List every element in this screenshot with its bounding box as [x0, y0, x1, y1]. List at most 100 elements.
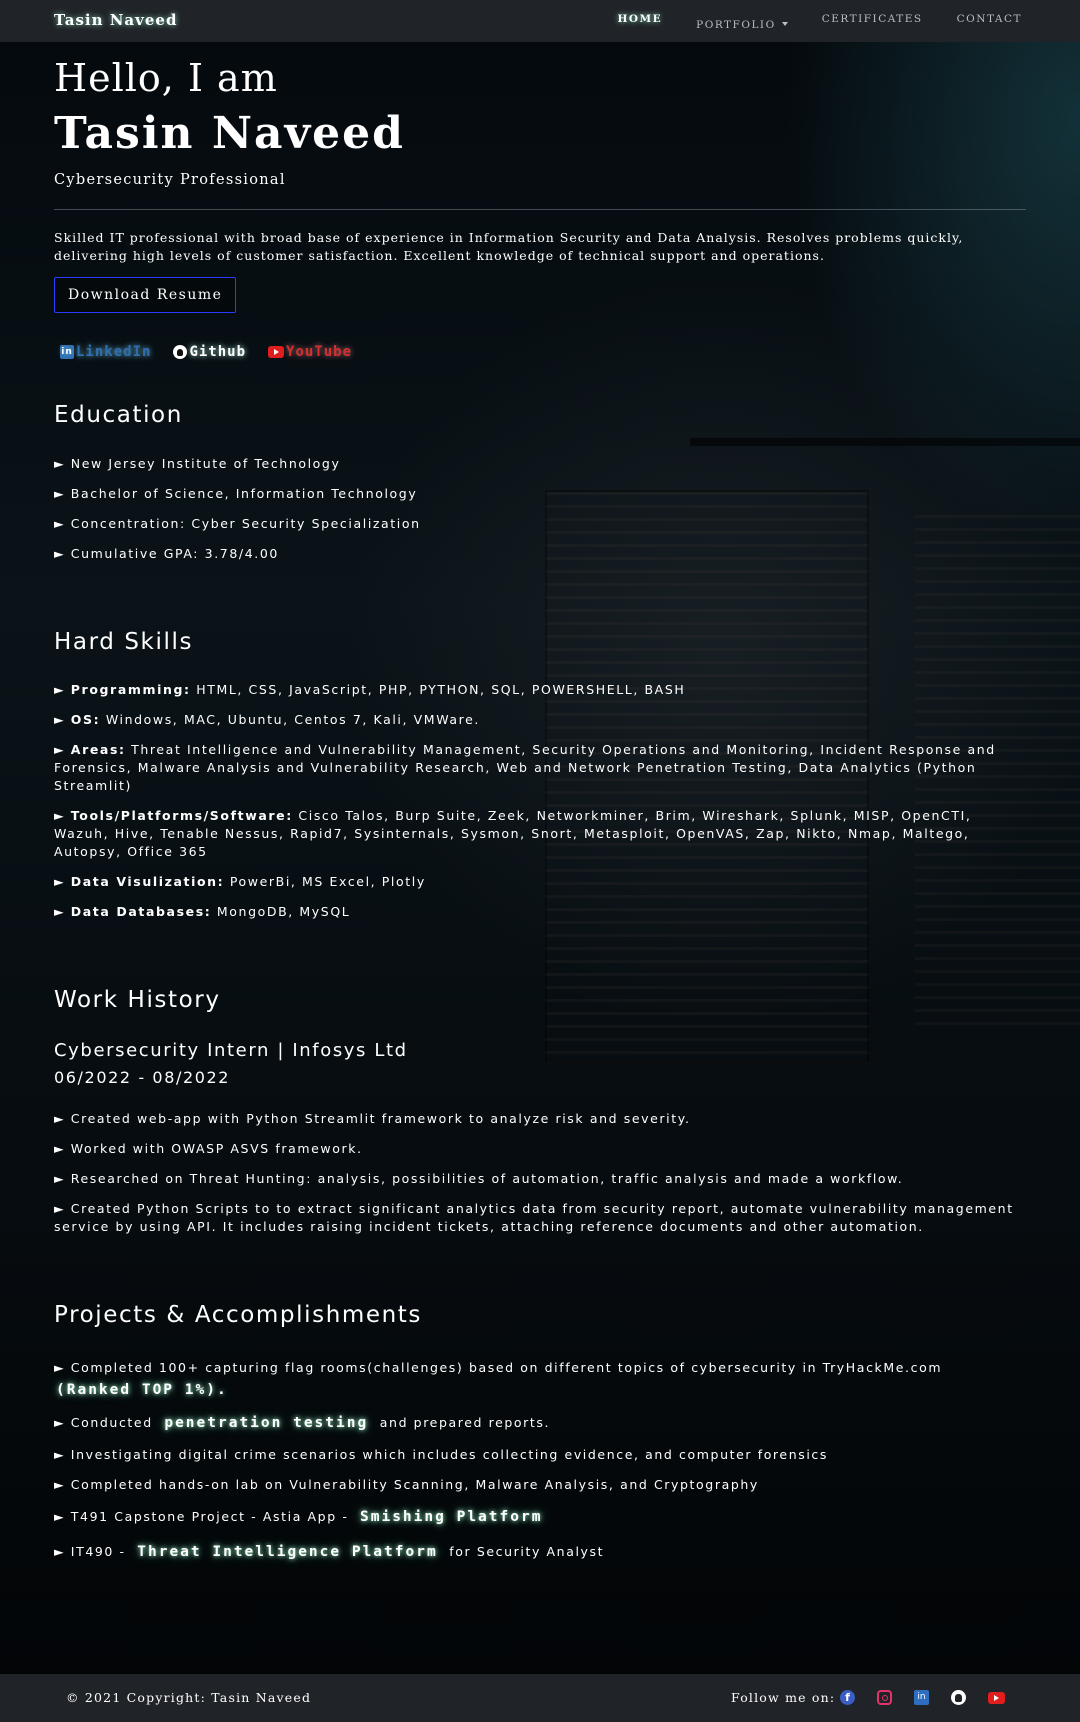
work-text: Worked with OWASP ASVS framework.	[70, 1141, 363, 1156]
linkedin-label: LinkedIn	[76, 344, 152, 360]
bullet-marker: ►	[54, 1360, 66, 1375]
project-text: T491 Capstone Project - Astia App -	[70, 1509, 349, 1524]
education-item: ► Bachelor of Science, Information Techn…	[54, 485, 1014, 503]
skill-item: ► Data Visulization: PowerBi, MS Excel, …	[54, 873, 1014, 891]
work-heading: Work History	[54, 987, 221, 1013]
project-item: ► Completed hands-on lab on Vulnerabilit…	[54, 1476, 1014, 1494]
brand-link[interactable]: Tasin Naveed	[54, 11, 177, 29]
education-text: Concentration: Cyber Security Specializa…	[70, 516, 421, 531]
job-dates: 06/2022 - 08/2022	[54, 1068, 231, 1087]
bullet-marker: ►	[54, 1544, 66, 1559]
education-item: ► Cumulative GPA: 3.78/4.00	[54, 545, 1014, 563]
project-text: Conducted	[70, 1415, 153, 1430]
download-resume-button[interactable]: Download Resume	[54, 277, 237, 313]
work-item: ► Created web-app with Python Streamlit …	[54, 1110, 1014, 1128]
skill-label: Areas:	[70, 742, 126, 757]
bullet-marker: ►	[54, 1509, 66, 1524]
bullet-marker: ►	[54, 486, 66, 501]
bullet-marker: ►	[54, 1171, 66, 1186]
facebook-icon[interactable]: f	[840, 1690, 855, 1705]
bullet-marker: ►	[54, 682, 66, 697]
curtain-rail	[690, 438, 1080, 446]
bullet-marker: ►	[54, 742, 66, 757]
youtube-icon	[268, 346, 285, 358]
skill-text: HTML, CSS, JavaScript, PHP, PYTHON, SQL,…	[196, 682, 686, 697]
project-item: ► Completed 100+ capturing flag rooms(ch…	[54, 1357, 1014, 1401]
nav-home[interactable]: HOME	[617, 13, 662, 32]
bullet-marker: ►	[54, 712, 66, 727]
bullet-marker: ►	[54, 1477, 66, 1492]
hero-intro: Skilled IT professional with broad base …	[54, 230, 964, 263]
project-highlight: penetration testing	[164, 1415, 369, 1431]
project-item: ► Conducted penetration testing and prep…	[54, 1414, 1014, 1432]
bullet-marker: ►	[54, 1415, 66, 1430]
github-label: Github	[189, 344, 247, 360]
footer-social-icons: f in	[840, 1690, 1005, 1705]
job-title: Cybersecurity Intern | Infosys Ltd	[54, 1040, 408, 1061]
skill-label: OS:	[70, 712, 101, 727]
bullet-marker: ►	[54, 1447, 66, 1462]
skill-item: ► OS: Windows, MAC, Ubuntu, Centos 7, Ka…	[54, 711, 1014, 729]
youtube-icon[interactable]	[988, 1691, 1005, 1704]
project-item: ► IT490 - Threat Intelligence Platform f…	[54, 1543, 1014, 1561]
work-item: ► Researched on Threat Hunting: analysis…	[54, 1170, 1014, 1188]
education-text: Cumulative GPA: 3.78/4.00	[70, 546, 279, 561]
nav-links: HOME PORTFOLIO CERTIFICATES CONTACT	[617, 13, 1022, 32]
bullet-marker: ►	[54, 874, 66, 889]
github-icon	[173, 345, 188, 359]
education-heading: Education	[54, 402, 183, 428]
project-text-after: for Security Analyst	[449, 1544, 605, 1559]
work-text: Created web-app with Python Streamlit fr…	[70, 1111, 691, 1126]
bullet-marker: ►	[54, 546, 66, 561]
skill-label: Data Databases:	[70, 904, 212, 919]
github-link[interactable]: Github	[173, 344, 246, 360]
instagram-icon[interactable]	[877, 1690, 892, 1705]
divider	[54, 209, 1026, 210]
skill-label: Tools/Platforms/Software:	[70, 808, 293, 823]
skill-item: ► Data Databases: MongoDB, MySQL	[54, 903, 1014, 921]
project-text: Completed 100+ capturing flag rooms(chal…	[70, 1360, 943, 1375]
skill-text: Windows, MAC, Ubuntu, Centos 7, Kali, VM…	[105, 712, 480, 727]
project-highlight: Smishing Platform	[360, 1509, 543, 1525]
education-item: ► Concentration: Cyber Security Speciali…	[54, 515, 1014, 533]
footer: © 2021 Copyright: Tasin Naveed Follow me…	[0, 1674, 1080, 1722]
bullet-marker: ►	[54, 904, 66, 919]
education-text: New Jersey Institute of Technology	[70, 456, 341, 471]
skill-text: Threat Intelligence and Vulnerability Ma…	[54, 742, 996, 793]
copyright: © 2021 Copyright: Tasin Naveed	[66, 1690, 312, 1705]
skill-text: MongoDB, MySQL	[216, 904, 351, 919]
education-item: ► New Jersey Institute of Technology	[54, 455, 1014, 473]
work-text: Created Python Scripts to to extract sig…	[54, 1201, 1014, 1234]
project-text: Investigating digital crime scenarios wh…	[70, 1447, 828, 1462]
nav-certificates[interactable]: CERTIFICATES	[822, 13, 923, 32]
education-text: Bachelor of Science, Information Technol…	[70, 486, 418, 501]
hero-name: Tasin Naveed	[54, 108, 405, 159]
project-item: ► T491 Capstone Project - Astia App - Sm…	[54, 1508, 1014, 1526]
follow-label: Follow me on:	[731, 1690, 836, 1705]
skill-label: Data Visulization:	[70, 874, 225, 889]
project-text: IT490 -	[70, 1544, 126, 1559]
work-item: ► Worked with OWASP ASVS framework.	[54, 1140, 1014, 1158]
project-highlight: (Ranked TOP 1%).	[56, 1382, 228, 1398]
project-text: Completed hands-on lab on Vulnerability …	[70, 1477, 759, 1492]
bullet-marker: ►	[54, 1111, 66, 1126]
project-item: ► Investigating digital crime scenarios …	[54, 1446, 1014, 1464]
chevron-down-icon	[781, 21, 788, 26]
work-item: ► Created Python Scripts to to extract s…	[54, 1200, 1014, 1236]
youtube-link[interactable]: YouTube	[268, 344, 352, 360]
linkedin-link[interactable]: in LinkedIn	[60, 344, 151, 360]
bullet-marker: ►	[54, 808, 66, 823]
github-icon[interactable]	[951, 1690, 966, 1705]
linkedin-icon[interactable]: in	[914, 1690, 929, 1705]
navbar: Tasin Naveed HOME PORTFOLIO CERTIFICATES…	[0, 0, 1080, 42]
project-highlight: Threat Intelligence Platform	[137, 1544, 438, 1560]
skill-text: PowerBi, MS Excel, Plotly	[229, 874, 426, 889]
linkedin-icon: in	[60, 345, 74, 359]
skill-item: ► Areas: Threat Intelligence and Vulnera…	[54, 741, 1014, 795]
hero-greeting: Hello, I am	[54, 56, 278, 100]
nav-portfolio[interactable]: PORTFOLIO	[696, 13, 788, 32]
projects-heading: Projects & Accomplishments	[54, 1302, 423, 1328]
nav-contact[interactable]: CONTACT	[957, 13, 1022, 32]
youtube-label: YouTube	[286, 344, 353, 360]
bullet-marker: ►	[54, 456, 66, 471]
